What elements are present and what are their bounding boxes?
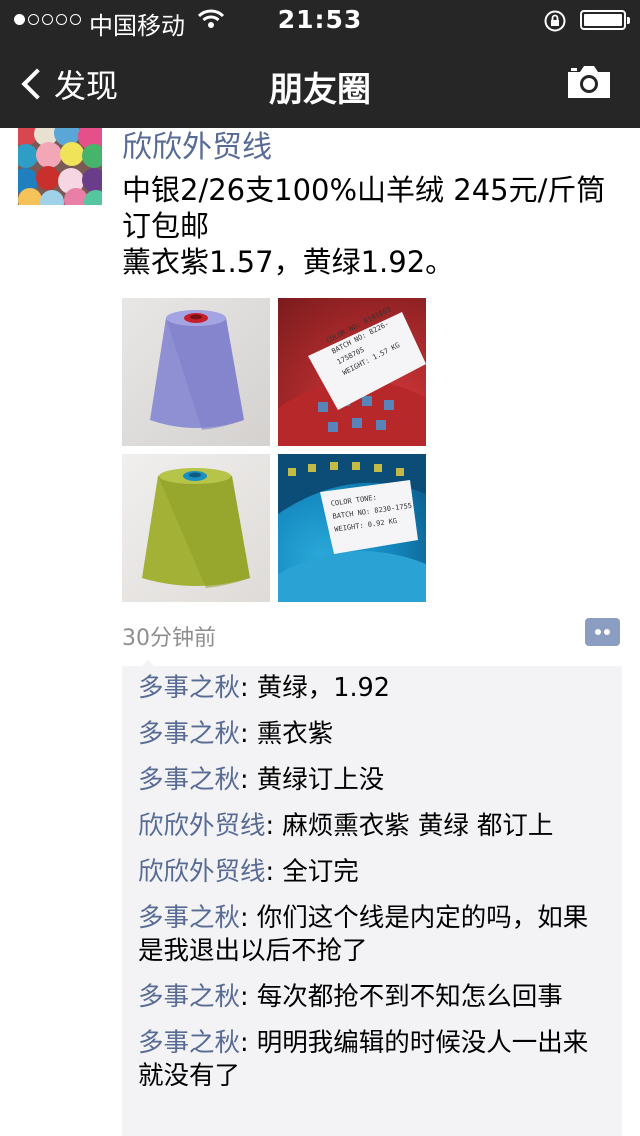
comment-separator: : (265, 857, 283, 887)
status-bar: 中国移动 21:53 (0, 0, 640, 40)
comment-author[interactable]: 多事之秋 (138, 903, 240, 933)
avatar[interactable] (18, 128, 102, 205)
comment-separator: : (240, 982, 257, 1012)
comment-author[interactable]: 多事之秋 (138, 982, 240, 1012)
page-title: 朋友圈 (269, 70, 371, 110)
post-text-line: 薰衣紫1.57，黄绿1.92。 (122, 245, 455, 279)
camera-button[interactable] (566, 64, 612, 104)
comment-item[interactable]: 多事之秋: 每次都抢不到不知怎么回事 (138, 981, 606, 1014)
post-image-lavender-yarn[interactable] (122, 298, 270, 446)
comment-text: 黄绿，1.92 (256, 673, 390, 703)
comment-list: 多事之秋: 黄绿，1.92 多事之秋: 熏衣紫 多事之秋: 黄绿订上没 欣欣外贸线: … (122, 660, 622, 1136)
rotation-lock-icon (543, 9, 567, 37)
post-text-line: 中银2/26支100%山羊绒 245元/斤筒订包邮 (122, 173, 606, 243)
post-timestamp: 30分钟前 (122, 626, 216, 651)
comment-author[interactable]: 多事之秋 (138, 719, 240, 749)
comment-separator: : (265, 811, 283, 841)
comment-separator: : (240, 719, 257, 749)
nav-bar: 发现 朋友圈 (0, 40, 640, 128)
comment-separator: : (240, 765, 257, 795)
comment-separator: : (240, 1028, 257, 1058)
post-image-yellow-green-yarn[interactable] (122, 454, 270, 602)
more-dots-icon (595, 629, 601, 635)
battery-icon (580, 10, 630, 30)
comment-author[interactable]: 多事之秋 (138, 1028, 240, 1058)
comment-text: 每次都抢不到不知怎么回事 (256, 982, 563, 1012)
comment-text: 熏衣紫 (256, 719, 334, 749)
comment-author[interactable]: 欣欣外贸线 (138, 811, 266, 841)
comment-separator: : (240, 903, 257, 933)
post-image-yellow-green-label[interactable]: COLOR TONE: BATCH NO: 8230-1755 WEIGHT: … (278, 454, 426, 602)
comment-author[interactable]: 多事之秋 (138, 765, 240, 795)
comment-item[interactable]: 多事之秋: 黄绿，1.92 (138, 672, 606, 705)
comment-text: 麻烦熏衣紫 黄绿 都订上 (282, 811, 554, 841)
comment-text: 黄绿订上没 (256, 765, 385, 795)
post-image-grid: COLOR NO: 8101865 BATCH NO: 8226-175870S… (122, 298, 426, 602)
camera-icon (568, 66, 610, 98)
comment-item[interactable]: 欣欣外贸线: 全订完 (138, 856, 606, 889)
comment-author[interactable]: 欣欣外贸线 (138, 857, 266, 887)
comment-item[interactable]: 欣欣外贸线: 麻烦熏衣紫 黄绿 都订上 (138, 810, 606, 843)
comment-separator: : (240, 673, 257, 703)
comment-item[interactable]: 多事之秋: 熏衣紫 (138, 718, 606, 751)
comment-item[interactable]: 多事之秋: 明明我编辑的时候没人一出来就没有了 (138, 1027, 606, 1093)
post-image-lavender-label[interactable]: COLOR NO: 8101865 BATCH NO: 8226-175870S… (278, 298, 426, 446)
comment-author[interactable]: 多事之秋 (138, 673, 240, 703)
comment-action-button[interactable] (585, 618, 620, 646)
comment-text: 全订完 (282, 857, 359, 887)
post-text: 中银2/26支100%山羊绒 245元/斤筒订包邮 薰衣紫1.57，黄绿1.92… (122, 172, 622, 280)
comment-item[interactable]: 多事之秋: 你们这个线是内定的吗，如果是我退出以后不抢了 (138, 902, 606, 968)
post-author[interactable]: 欣欣外贸线 (122, 122, 272, 166)
comment-item[interactable]: 多事之秋: 黄绿订上没 (138, 764, 606, 797)
